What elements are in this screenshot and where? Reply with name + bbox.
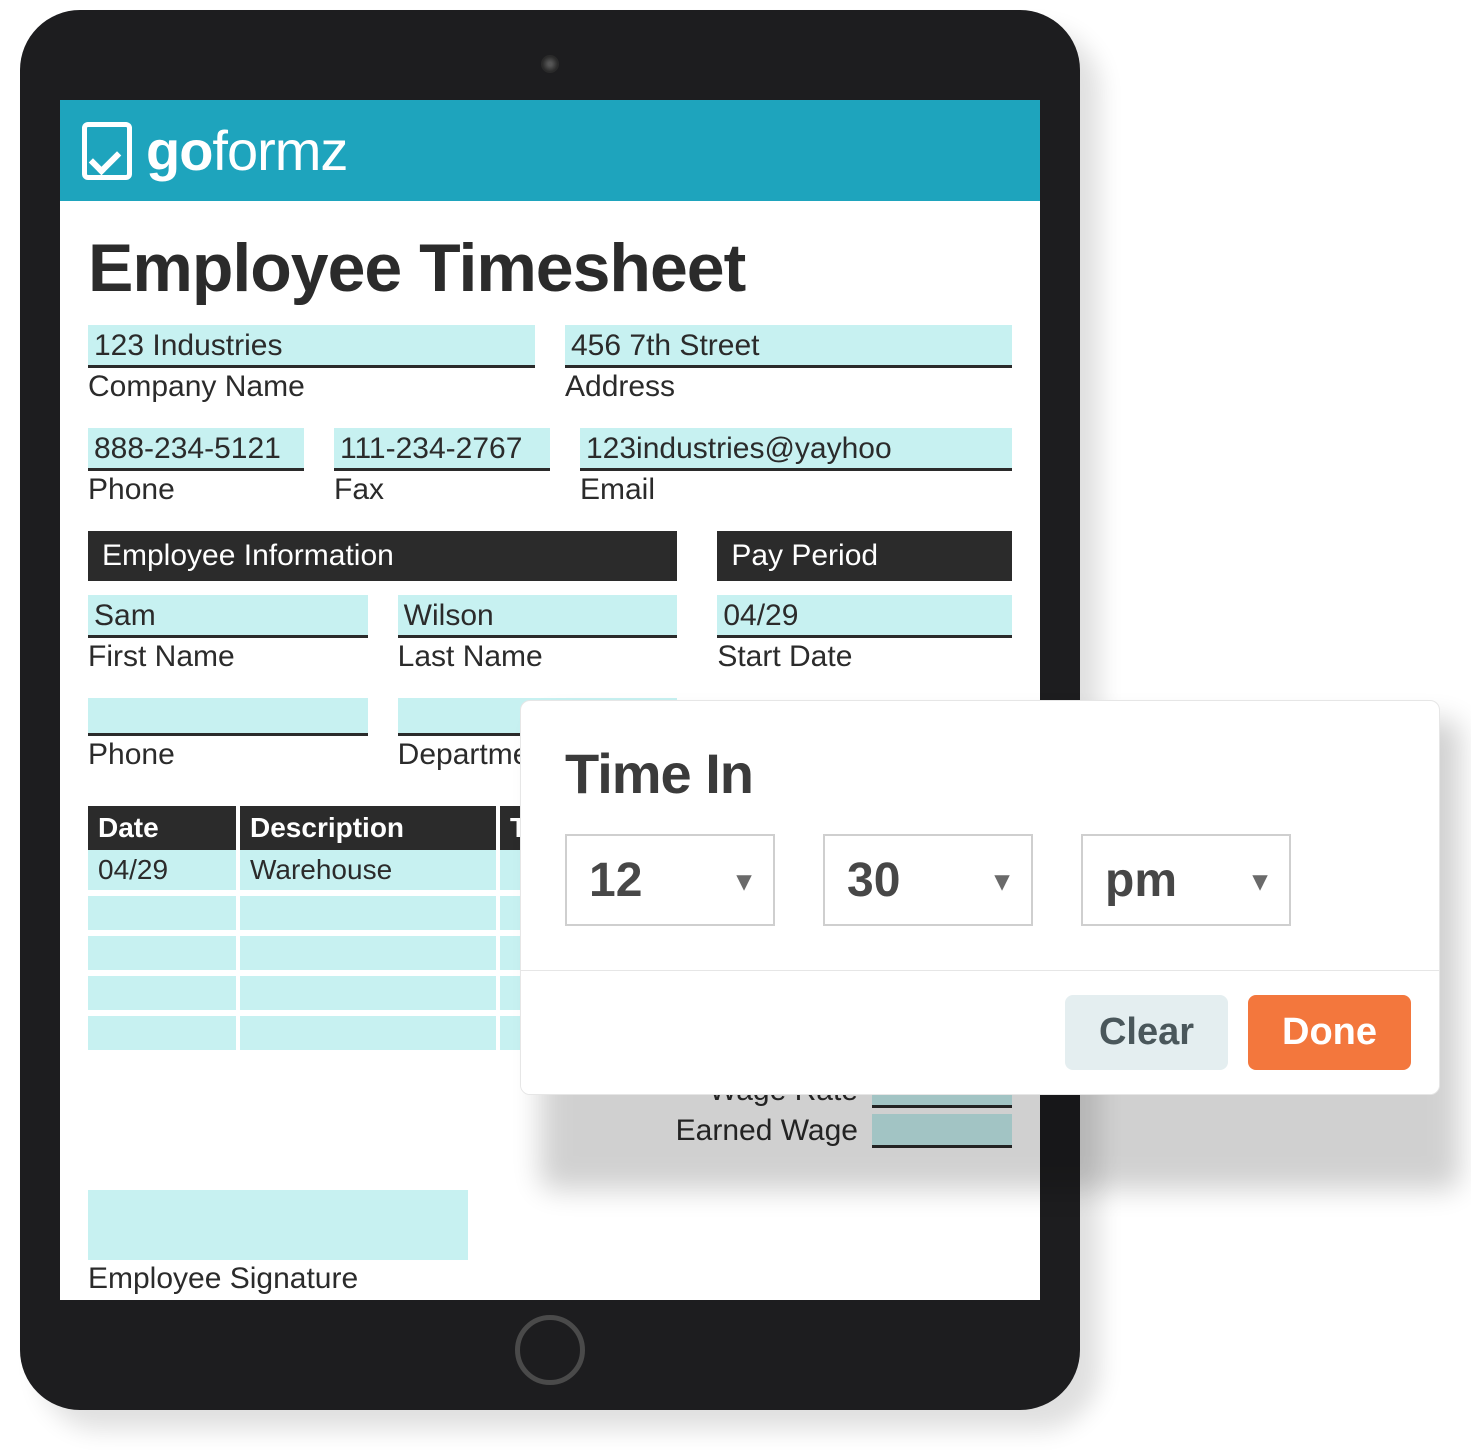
start-date-field[interactable]: 04/29 (717, 595, 1012, 638)
first-name-field[interactable]: Sam (88, 595, 368, 638)
start-date-label: Start Date (717, 640, 1012, 674)
app-header: goformz (60, 100, 1040, 201)
chevron-down-icon: ▾ (737, 864, 751, 897)
goformz-logo-icon (82, 122, 132, 180)
phone-label: Phone (88, 473, 304, 507)
table-header-date: Date (88, 806, 238, 850)
hour-select[interactable]: 12 ▾ (565, 834, 775, 926)
clear-button[interactable]: Clear (1065, 995, 1228, 1070)
signature-block: Employee Signature (88, 1190, 468, 1296)
brand-bold: go (146, 119, 212, 182)
tablet-camera (541, 55, 559, 73)
time-in-popover: Time In 12 ▾ 30 ▾ pm ▾ Clear Done (520, 700, 1440, 1095)
employee-phone-label: Phone (88, 738, 368, 772)
table-cell-date[interactable] (88, 973, 238, 1013)
employee-info-section: Employee Information (88, 531, 677, 581)
hour-value: 12 (589, 853, 642, 908)
fax-field[interactable]: 111-234-2767 (334, 428, 550, 471)
page-title: Employee Timesheet (88, 229, 1012, 307)
last-name-label: Last Name (398, 640, 678, 674)
email-label: Email (580, 473, 1012, 507)
brand-name: goformz (146, 118, 347, 183)
signature-pad[interactable] (88, 1190, 468, 1260)
address-label: Address (565, 370, 1012, 404)
minute-value: 30 (847, 853, 900, 908)
meridiem-value: pm (1105, 853, 1177, 908)
tablet-home-button[interactable] (515, 1315, 585, 1385)
meridiem-select[interactable]: pm ▾ (1081, 834, 1291, 926)
chevron-down-icon: ▾ (995, 864, 1009, 897)
employee-phone-field[interactable] (88, 698, 368, 736)
table-cell-date[interactable] (88, 933, 238, 973)
email-field[interactable]: 123industries@yayhoo (580, 428, 1012, 471)
table-cell-description[interactable] (238, 933, 498, 973)
table-cell-date[interactable] (88, 1013, 238, 1053)
first-name-label: First Name (88, 640, 368, 674)
company-name-field[interactable]: 123 Industries (88, 325, 535, 368)
last-name-field[interactable]: Wilson (398, 595, 678, 638)
signature-label: Employee Signature (88, 1262, 468, 1296)
chevron-down-icon: ▾ (1253, 864, 1267, 897)
done-button[interactable]: Done (1248, 995, 1411, 1070)
table-cell-description[interactable] (238, 973, 498, 1013)
company-name-label: Company Name (88, 370, 535, 404)
time-in-title: Time In (565, 741, 1395, 806)
phone-field[interactable]: 888-234-5121 (88, 428, 304, 471)
brand-light: formz (212, 119, 347, 182)
pay-period-section: Pay Period (717, 531, 1012, 581)
minute-select[interactable]: 30 ▾ (823, 834, 1033, 926)
table-cell-description[interactable]: Warehouse (238, 850, 498, 893)
table-cell-date[interactable] (88, 893, 238, 933)
table-cell-description[interactable] (238, 1013, 498, 1053)
address-field[interactable]: 456 7th Street (565, 325, 1012, 368)
table-cell-date[interactable]: 04/29 (88, 850, 238, 893)
table-header-description: Description (238, 806, 498, 850)
table-cell-description[interactable] (238, 893, 498, 933)
fax-label: Fax (334, 473, 550, 507)
